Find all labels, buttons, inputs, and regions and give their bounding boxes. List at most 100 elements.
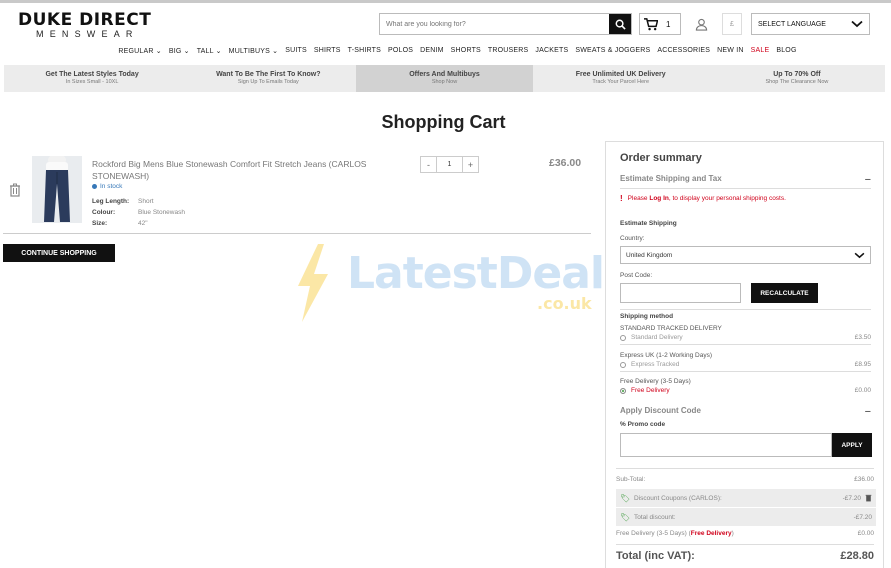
qty-minus-button[interactable]: -	[420, 156, 437, 173]
apply-button[interactable]: APPLY	[832, 433, 872, 457]
product-name[interactable]: Rockford Big Mens Blue Stonewash Comfort…	[92, 158, 392, 182]
nav-item[interactable]: SUITS	[285, 47, 307, 55]
chevron-down-icon	[851, 20, 863, 28]
collapse-icon: −	[864, 174, 871, 186]
method-name: Express UK (1-2 Working Days)	[620, 352, 712, 359]
attribute-row: Leg Length: Short	[92, 196, 185, 207]
method-name: Free Delivery (3-5 Days)	[620, 378, 691, 385]
nav-item[interactable]: BIG ⌄	[169, 47, 190, 55]
nav-item[interactable]: TROUSERS	[488, 47, 529, 55]
nav-item[interactable]: SWEATS & JOGGERS	[575, 47, 650, 55]
promo-title: Up To 70% Off	[773, 71, 821, 78]
qty-input[interactable]: 1	[437, 156, 462, 173]
nav-item[interactable]: JACKETS	[535, 47, 568, 55]
nav-item[interactable]: SHIRTS	[314, 47, 341, 55]
subtotal-row: Sub-Total: £36.00	[616, 476, 874, 483]
divider	[620, 371, 871, 372]
recalculate-button[interactable]: RECALCULATE	[751, 283, 818, 303]
coupon-label: Discount Coupons (CARLOS):	[634, 494, 722, 502]
delivery-label: Free Delivery (3-5 Days)	[616, 530, 687, 537]
nav-item[interactable]: TALL ⌄	[197, 47, 222, 55]
postcode-input[interactable]	[620, 283, 741, 303]
postcode-label: Post Code:	[620, 272, 653, 279]
promo-item[interactable]: Offers And Multibuys Shop Now	[356, 65, 533, 92]
search-input[interactable]	[380, 14, 609, 34]
watermark: LatestDeals .co.uk	[292, 244, 630, 322]
attribute-value: Short	[138, 198, 154, 205]
nav-item[interactable]: NEW IN	[717, 47, 743, 55]
shipping-radio[interactable]: Express Tracked	[620, 361, 679, 368]
shipping-method: Express UK (1-2 Working Days) Express Tra…	[620, 352, 871, 372]
search-icon	[615, 19, 626, 30]
notice-pre: Please	[627, 195, 648, 202]
nav-item[interactable]: SALE	[751, 47, 770, 55]
nav-item[interactable]: REGULAR ⌄	[118, 47, 161, 55]
remove-item-button[interactable]	[9, 183, 21, 197]
grand-total-row: Total (inc VAT): £28.80	[616, 550, 874, 562]
promo-item[interactable]: Want To Be The First To Know? Sign Up To …	[180, 65, 356, 92]
coupon-value: -£7.20	[842, 494, 861, 502]
stock-status: In stock	[92, 183, 122, 190]
attribute-row: Size: 42"	[92, 218, 185, 229]
nav-item[interactable]: SHORTS	[451, 47, 481, 55]
country-select[interactable]: United Kingdom	[620, 246, 871, 264]
attribute-key: Colour:	[92, 209, 116, 216]
search-button[interactable]	[609, 14, 631, 34]
promo-item[interactable]: Up To 70% Off Shop The Clearance Now	[709, 65, 885, 92]
estimate-toggle[interactable]: Estimate Shipping and Tax −	[620, 174, 871, 186]
promo-subtitle: Shop Now	[431, 79, 458, 85]
user-icon	[695, 18, 707, 31]
nav-item[interactable]: MULTIBUYS ⌄	[229, 47, 279, 55]
shipping-radio[interactable]: Standard Delivery	[620, 334, 683, 341]
summary-title: Order summary	[620, 152, 702, 164]
order-summary: Order summary Estimate Shipping and Tax …	[605, 141, 884, 568]
shipping-radio[interactable]: Free Delivery	[620, 387, 670, 394]
login-link[interactable]: Log In	[649, 195, 669, 202]
nav-item[interactable]: T-SHIRTS	[348, 47, 381, 55]
nav-item[interactable]: BLOG	[776, 47, 796, 55]
subtotal-value: £36.00	[854, 476, 874, 483]
warning-icon: !	[620, 194, 623, 203]
logo-sub: MENSWEAR	[36, 29, 139, 39]
stock-label: In stock	[100, 183, 123, 190]
country-label: Country:	[620, 235, 645, 242]
attribute-value: 42"	[138, 220, 148, 227]
attribute-value: Blue Stonewash	[138, 209, 185, 216]
language-select[interactable]: SELECT LANGUAGE	[751, 13, 870, 35]
currency-switcher[interactable]: £	[722, 13, 742, 35]
discount-toggle[interactable]: Apply Discount Code −	[620, 406, 871, 418]
total-value: £28.80	[840, 550, 874, 562]
quantity-stepper: - 1 +	[420, 156, 479, 173]
cart-count: 1	[666, 19, 671, 29]
chevron-down-icon	[854, 252, 865, 258]
delivery-name: Free Delivery	[690, 530, 732, 537]
promo-subtitle: Shop The Clearance Now	[765, 79, 829, 85]
divider	[620, 309, 871, 310]
method-option: Free Delivery	[631, 387, 670, 394]
minicart-button[interactable]: 1	[639, 13, 681, 35]
product-image[interactable]	[32, 156, 82, 223]
estimate-title: Estimate Shipping and Tax	[620, 174, 722, 183]
notice-post: , to display your personal shipping cost…	[668, 195, 786, 202]
logo[interactable]: DUKE DIRECT MENSWEAR	[18, 11, 158, 39]
attribute-key: Leg Length:	[92, 198, 130, 205]
account-button[interactable]	[688, 13, 714, 35]
delivery-value: £0.00	[857, 530, 874, 537]
promo-item[interactable]: Get The Latest Styles Today In Sizes Smal…	[4, 65, 180, 92]
continue-shopping-button[interactable]: CONTINUE SHOPPING	[3, 244, 115, 262]
method-name: STANDARD TRACKED DELIVERY	[620, 325, 722, 332]
promo-title: Offers And Multibuys	[409, 71, 480, 78]
method-option: Express Tracked	[631, 361, 680, 368]
promo-code-input[interactable]	[620, 433, 832, 457]
top-border	[0, 0, 891, 3]
trash-icon[interactable]	[865, 494, 872, 502]
promo-item[interactable]: Free Unlimited UK Delivery Track Your Par…	[533, 65, 709, 92]
nav-item[interactable]: DENIM	[420, 47, 444, 55]
qty-plus-button[interactable]: +	[462, 156, 479, 173]
subtotal-label: Sub-Total:	[616, 476, 646, 483]
page-title: Shopping Cart	[381, 112, 506, 132]
method-price: £3.50	[854, 334, 871, 341]
divider	[616, 544, 874, 545]
nav-item[interactable]: POLOS	[388, 47, 413, 55]
nav-item[interactable]: ACCESSORIES	[657, 47, 710, 55]
